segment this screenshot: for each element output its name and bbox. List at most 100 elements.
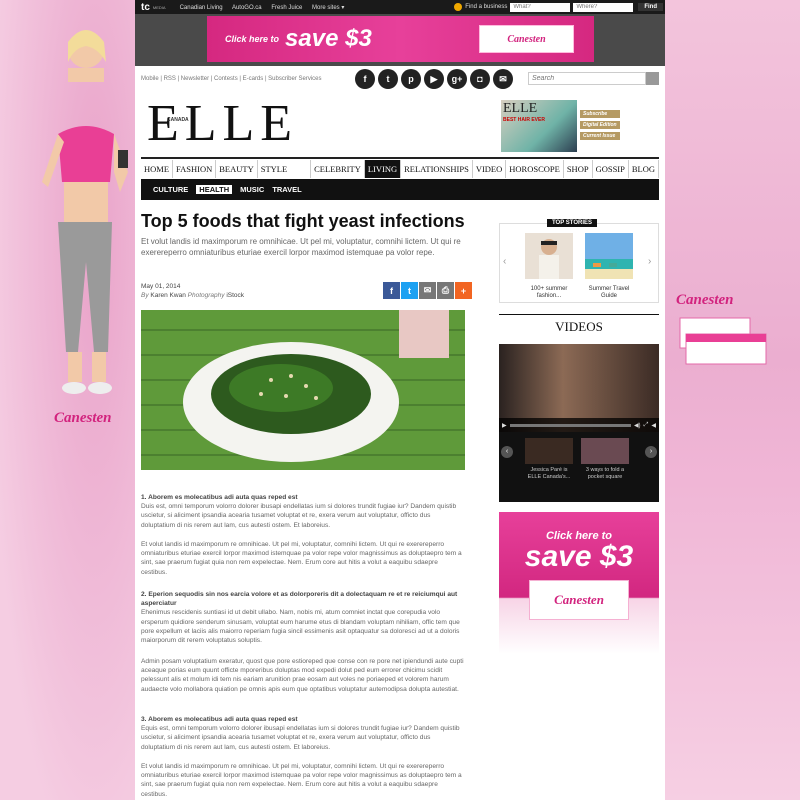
youtube-icon[interactable]: ▶ [424,69,444,89]
nav-beauty[interactable]: BEAUTY [216,160,258,178]
subnav-music[interactable]: MUSIC [240,185,264,194]
section-text: Duis est, omni temporum volorro dolorer … [141,503,457,529]
section-text: Et volut landis id maximporum re omnihic… [141,541,462,576]
section-text: Equis est, omni temporum volorro dolorer… [141,725,460,751]
canesten-product-image [679,317,767,365]
canada-label: CANADA [167,117,189,123]
nav-fashion[interactable]: FASHION [173,160,217,178]
side-ad-save-text: save $3 [524,540,634,573]
share-print-icon[interactable]: ⎙ [437,282,454,299]
article-section-5: 3. Aborem es molecatibus adi auta quas r… [141,715,465,752]
top-story-image [585,233,633,279]
author-name[interactable]: Karen Kwan [150,292,185,299]
nav-video[interactable]: VIDEO [473,160,507,178]
section-text: Ehenimus rescidenis suntiasi id ut debit… [141,609,460,645]
nav-home[interactable]: HOME [141,160,174,178]
article-date: May 01, 2014 [141,283,181,290]
video-next-icon[interactable]: › [645,446,657,458]
share-video-icon[interactable]: ◀ [651,422,656,429]
network-link-fresh-juice[interactable]: Fresh Juice [271,5,302,11]
canesten-logo-right: Canesten [676,292,734,308]
subnav-culture[interactable]: CULTURE [153,185,188,194]
photo-label: Photography [187,292,225,299]
magazine-cover[interactable]: ELLE BEST HAIR EVER [501,100,577,152]
business-icon [454,3,463,11]
where-input[interactable] [573,2,634,12]
section-heading: 3. Aborem es molecatibus adi auta quas r… [141,716,298,723]
top-story-item[interactable]: Summer Travel Guide [585,233,633,300]
facebook-icon[interactable]: f [355,69,375,89]
ad-product-box: Canesten [479,25,574,53]
network-bar: tc MEDIA Canadian Living AutoGO.ca Fresh… [135,0,665,14]
email-icon[interactable]: ✉ [493,69,513,89]
elle-logo[interactable]: ELLE [147,94,298,153]
nav-shop[interactable]: SHOP [564,160,593,178]
top-story-image [525,233,573,279]
article-dek: Et volut landis id maximporum re omnihic… [141,237,461,257]
top-stories-prev-icon[interactable]: ‹ [503,256,506,267]
runner-woman-image [42,30,128,394]
article-title: Top 5 foods that fight yeast infections [141,211,465,231]
digital-edition-button[interactable]: Digital Edition [580,121,620,129]
subnav-health[interactable]: HEALTH [196,185,233,194]
tc-logo[interactable]: tc [141,2,150,13]
video-prev-icon[interactable]: ‹ [501,446,513,458]
nav-style-club[interactable]: STYLE CLUB [258,160,312,192]
subscribe-links: Subscribe Digital Edition Current Issue [580,110,620,140]
subscribe-button[interactable]: Subscribe [580,110,620,118]
search-button[interactable] [646,72,659,85]
find-business-label: Find a business [465,4,508,10]
nav-celebrity[interactable]: CELEBRITY [311,160,365,178]
subnav-travel[interactable]: TRAVEL [272,185,301,194]
find-button[interactable]: Find [638,3,663,11]
article-hero-image [141,310,465,470]
videos-heading: VIDEOS [499,314,659,335]
find-business[interactable]: Find a business Find [454,2,665,12]
share-buttons: f t ✉ ⎙ + [383,282,472,299]
fullscreen-icon[interactable]: ⤢ [644,422,649,429]
network-link-more-sites[interactable]: More sites ▾ [312,5,344,11]
nav-living[interactable]: LIVING [364,160,402,178]
play-icon[interactable]: ▶ [502,422,507,429]
photo-credit: iStock [226,292,245,299]
social-icons: f t p ▶ g+ ◘ ✉ [355,69,513,89]
top-story-item[interactable]: 100+ summer fashion... [525,233,573,300]
current-issue-button[interactable]: Current Issue [580,132,620,140]
article-section-2: Et volut landis id maximporum re omnihic… [141,540,465,577]
top-banner-ad[interactable]: Click here to save $3 Canesten [207,16,594,62]
pinterest-icon[interactable]: p [401,69,421,89]
section-heading: 2. Eperion sequodis sin nos earcia volor… [141,591,458,608]
twitter-icon[interactable]: t [378,69,398,89]
what-input[interactable] [510,2,571,12]
side-banner-ad[interactable]: Click here to save $3 Canesten [499,512,659,654]
top-stories-next-icon[interactable]: › [648,256,651,267]
video-player[interactable]: ▶ ◀) ⤢ ◀ [499,344,659,432]
googleplus-icon[interactable]: g+ [447,69,467,89]
video-thumbnails: ‹ › Jessica Paré is ELLE Canada's... 3 w… [499,432,659,502]
nav-gossip[interactable]: GOSSIP [593,160,629,178]
video-progress-bar[interactable] [509,423,631,427]
instagram-icon[interactable]: ◘ [470,69,490,89]
nav-blog[interactable]: BLOG [629,160,659,178]
site-search-input[interactable] [528,72,646,85]
nav-horoscope[interactable]: HOROSCOPE [506,160,564,178]
by-label: By [141,292,149,299]
share-email-icon[interactable]: ✉ [419,282,436,299]
top-story-caption: Summer Travel Guide [588,286,630,299]
nav-relationships[interactable]: RELATIONSHIPS [401,160,473,178]
video-thumb-image[interactable] [581,438,629,464]
video-thumb-image[interactable] [525,438,573,464]
side-ad-product-box: Canesten [529,580,629,620]
share-more-icon[interactable]: + [455,282,472,299]
volume-icon[interactable]: ◀) [634,422,641,429]
video-thumb-caption: Jessica Paré is ELLE Canada's... [527,467,571,480]
main-nav: HOME FASHION BEAUTY STYLE CLUB CELEBRITY… [141,157,659,192]
share-facebook-icon[interactable]: f [383,282,400,299]
share-twitter-icon[interactable]: t [401,282,418,299]
ad-click-text: Click here to [225,34,280,44]
network-link-autogo[interactable]: AutoGO.ca [232,5,262,11]
article-section-3: 2. Eperion sequodis sin nos earcia volor… [141,590,465,645]
network-link-canadian-living[interactable]: Canadian Living [180,5,223,11]
utility-links[interactable]: Mobile | RSS | Newsletter | Contests | E… [141,76,322,82]
sub-nav: CULTURE HEALTH MUSIC TRAVEL [141,179,659,200]
